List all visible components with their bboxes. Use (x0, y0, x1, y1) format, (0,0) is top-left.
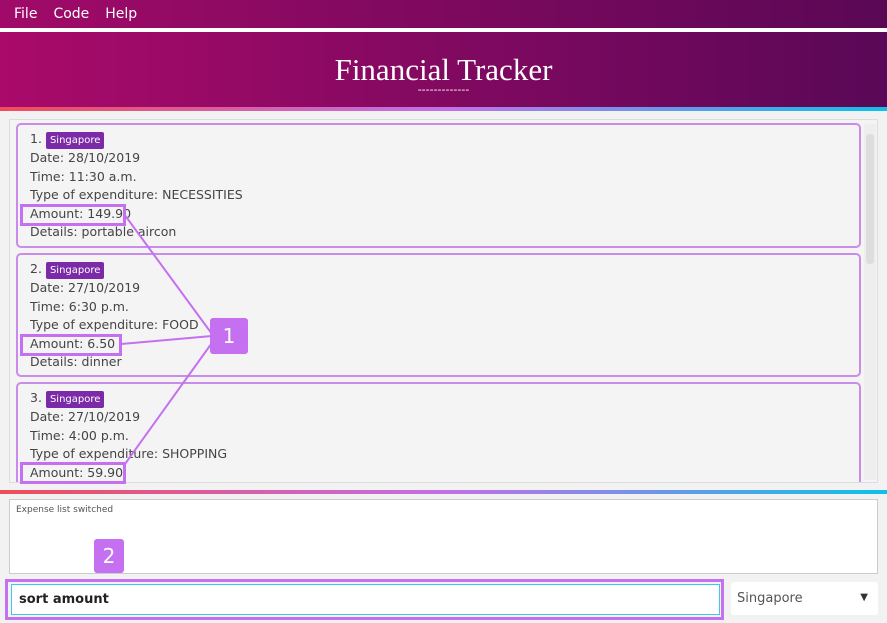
annotation-box (5, 579, 724, 620)
annotation-line (120, 335, 213, 345)
annotation-box (20, 204, 126, 226)
annotation-box (20, 334, 122, 356)
annotation-label-2: 2 (94, 539, 124, 573)
annotation-line (123, 213, 213, 335)
annotation-lines (120, 213, 215, 465)
annotation-box (20, 462, 126, 484)
annotation-line (124, 339, 215, 465)
annotation-label-1: 1 (210, 318, 248, 354)
